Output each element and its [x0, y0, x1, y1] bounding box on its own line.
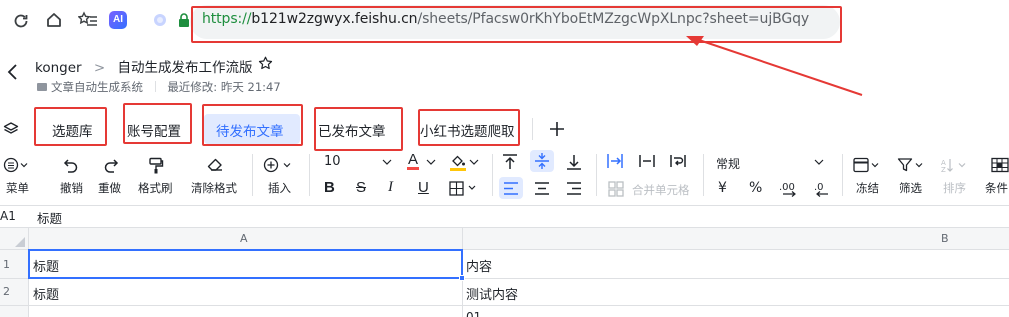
sort-button[interactable]: 排序	[943, 180, 966, 196]
column-header-b[interactable]: B	[941, 232, 949, 245]
freeze-icon[interactable]	[853, 157, 881, 173]
merge-cells-button[interactable]: 合并单元格	[632, 182, 690, 198]
column-header-row	[28, 228, 1009, 249]
freeze-button[interactable]: 冻结	[856, 180, 879, 196]
toolbar-divider	[842, 154, 843, 196]
menu-button[interactable]: 菜单	[6, 180, 29, 196]
font-size-select[interactable]: 10	[324, 154, 341, 169]
cell-b1[interactable]: 内容	[466, 256, 492, 275]
chevron-down-icon[interactable]	[469, 158, 479, 166]
menu-circle-icon[interactable]	[3, 157, 29, 173]
svg-text:Z: Z	[941, 166, 946, 173]
underline-icon[interactable]: U	[418, 179, 429, 196]
formula-bar-top-border	[0, 205, 1009, 206]
text-color-icon[interactable]: A	[407, 152, 420, 170]
annotation-box-tab-xiaohongshu-crawl	[418, 109, 520, 146]
align-bottom-icon[interactable]	[566, 153, 582, 171]
percent-button[interactable]: %	[749, 180, 762, 196]
align-middle-icon[interactable]	[534, 152, 550, 170]
toolbar-divider	[703, 154, 704, 196]
doc-title[interactable]: 自动生成发布工作流版	[117, 60, 252, 76]
toolbar-divider	[252, 154, 253, 196]
breadcrumb-separator: >	[93, 60, 106, 76]
toolbar-divider	[309, 154, 310, 196]
reload-icon[interactable]	[12, 12, 30, 30]
toolbar-divider	[596, 154, 597, 196]
borders-icon[interactable]	[449, 181, 479, 196]
annotation-box-tab-pending-articles	[202, 104, 303, 146]
align-top-icon[interactable]	[502, 153, 518, 171]
secure-lock-icon[interactable]	[178, 13, 190, 27]
cell-reference[interactable]: A1	[0, 209, 16, 223]
merge-cells-icon[interactable]	[608, 181, 624, 197]
text-overflow-icon[interactable]	[606, 152, 624, 170]
insert-button[interactable]: 插入	[268, 180, 291, 196]
decrease-decimal-icon[interactable]: .0	[812, 180, 830, 198]
star-icon[interactable]	[258, 56, 273, 71]
toolbar-divider	[492, 154, 493, 196]
add-sheet-icon[interactable]	[549, 121, 565, 137]
doc-folder[interactable]: 文章自动生成系统	[51, 80, 143, 94]
selected-cell-outline	[28, 249, 463, 279]
annotation-box-tab-account-config	[123, 103, 192, 144]
clear-format-button[interactable]: 清除格式	[191, 180, 237, 196]
back-arrow-icon[interactable]	[6, 63, 20, 81]
home-icon[interactable]	[45, 11, 63, 29]
format-painter-button[interactable]: 格式刷	[138, 180, 173, 196]
cell-b3-partial[interactable]: 01	[466, 310, 481, 317]
row-divider	[0, 305, 1009, 306]
undo-button[interactable]: 撤销	[60, 180, 83, 196]
tab-divider	[532, 118, 533, 140]
align-center-icon[interactable]	[534, 181, 550, 196]
svg-text:.0: .0	[814, 182, 824, 193]
insert-plus-icon[interactable]	[263, 157, 293, 173]
eraser-icon[interactable]	[206, 157, 224, 173]
strikethrough-icon[interactable]: S	[356, 179, 366, 196]
text-clip-icon[interactable]	[638, 152, 656, 170]
layers-icon[interactable]	[3, 121, 19, 137]
conditional-format-icon[interactable]	[991, 157, 1009, 173]
cell-a2[interactable]: 标题	[33, 284, 59, 303]
doc-meta: 文章自动生成系统 最近修改: 昨天 21:47	[37, 79, 281, 95]
formula-input[interactable]: 标题	[37, 208, 62, 227]
ai-extension-icon[interactable]: AI	[109, 11, 127, 29]
filter-button[interactable]: 筛选	[899, 180, 922, 196]
doc-owner[interactable]: konger	[35, 60, 82, 76]
undo-icon[interactable]	[63, 157, 79, 173]
doc-breadcrumb: konger > 自动生成发布工作流版	[35, 56, 252, 76]
folder-icon	[37, 83, 47, 91]
bold-icon[interactable]: B	[324, 179, 335, 196]
text-wrap-icon[interactable]	[669, 152, 687, 170]
italic-icon[interactable]: I	[388, 179, 393, 196]
filter-icon[interactable]	[897, 157, 925, 173]
align-right-icon[interactable]	[566, 181, 582, 196]
fill-handle[interactable]	[459, 275, 465, 281]
reading-list-icon[interactable]	[78, 11, 98, 29]
number-format-select[interactable]: 常规	[716, 155, 740, 172]
column-header-a[interactable]: A	[240, 232, 248, 245]
increase-decimal-icon[interactable]: .00	[779, 180, 799, 198]
format-painter-icon[interactable]	[148, 157, 164, 174]
fill-color-icon[interactable]	[449, 153, 467, 171]
redo-icon[interactable]	[103, 157, 119, 173]
site-info-icon[interactable]	[152, 12, 168, 28]
align-left-icon[interactable]	[503, 181, 519, 196]
chevron-down-icon[interactable]	[426, 158, 436, 166]
chevron-down-icon[interactable]	[382, 158, 392, 166]
annotation-arrow-icon	[686, 36, 863, 96]
select-all-triangle-icon	[15, 237, 25, 247]
annotation-box-tab-topic-library	[34, 107, 107, 146]
redo-button[interactable]: 重做	[98, 180, 121, 196]
sort-icon[interactable]: AZ	[941, 157, 969, 173]
chevron-down-icon[interactable]	[814, 158, 824, 166]
doc-modified: 最近修改: 昨天 21:47	[167, 80, 281, 94]
meta-divider	[154, 81, 156, 92]
currency-button[interactable]: ¥	[718, 180, 727, 196]
annotation-box-tab-published-articles	[314, 107, 403, 151]
row-number[interactable]: 2	[3, 285, 10, 298]
row-number[interactable]: 1	[3, 258, 10, 271]
cell-b2[interactable]: 测试内容	[466, 284, 518, 303]
conditional-format-button[interactable]: 条件	[985, 180, 1008, 196]
